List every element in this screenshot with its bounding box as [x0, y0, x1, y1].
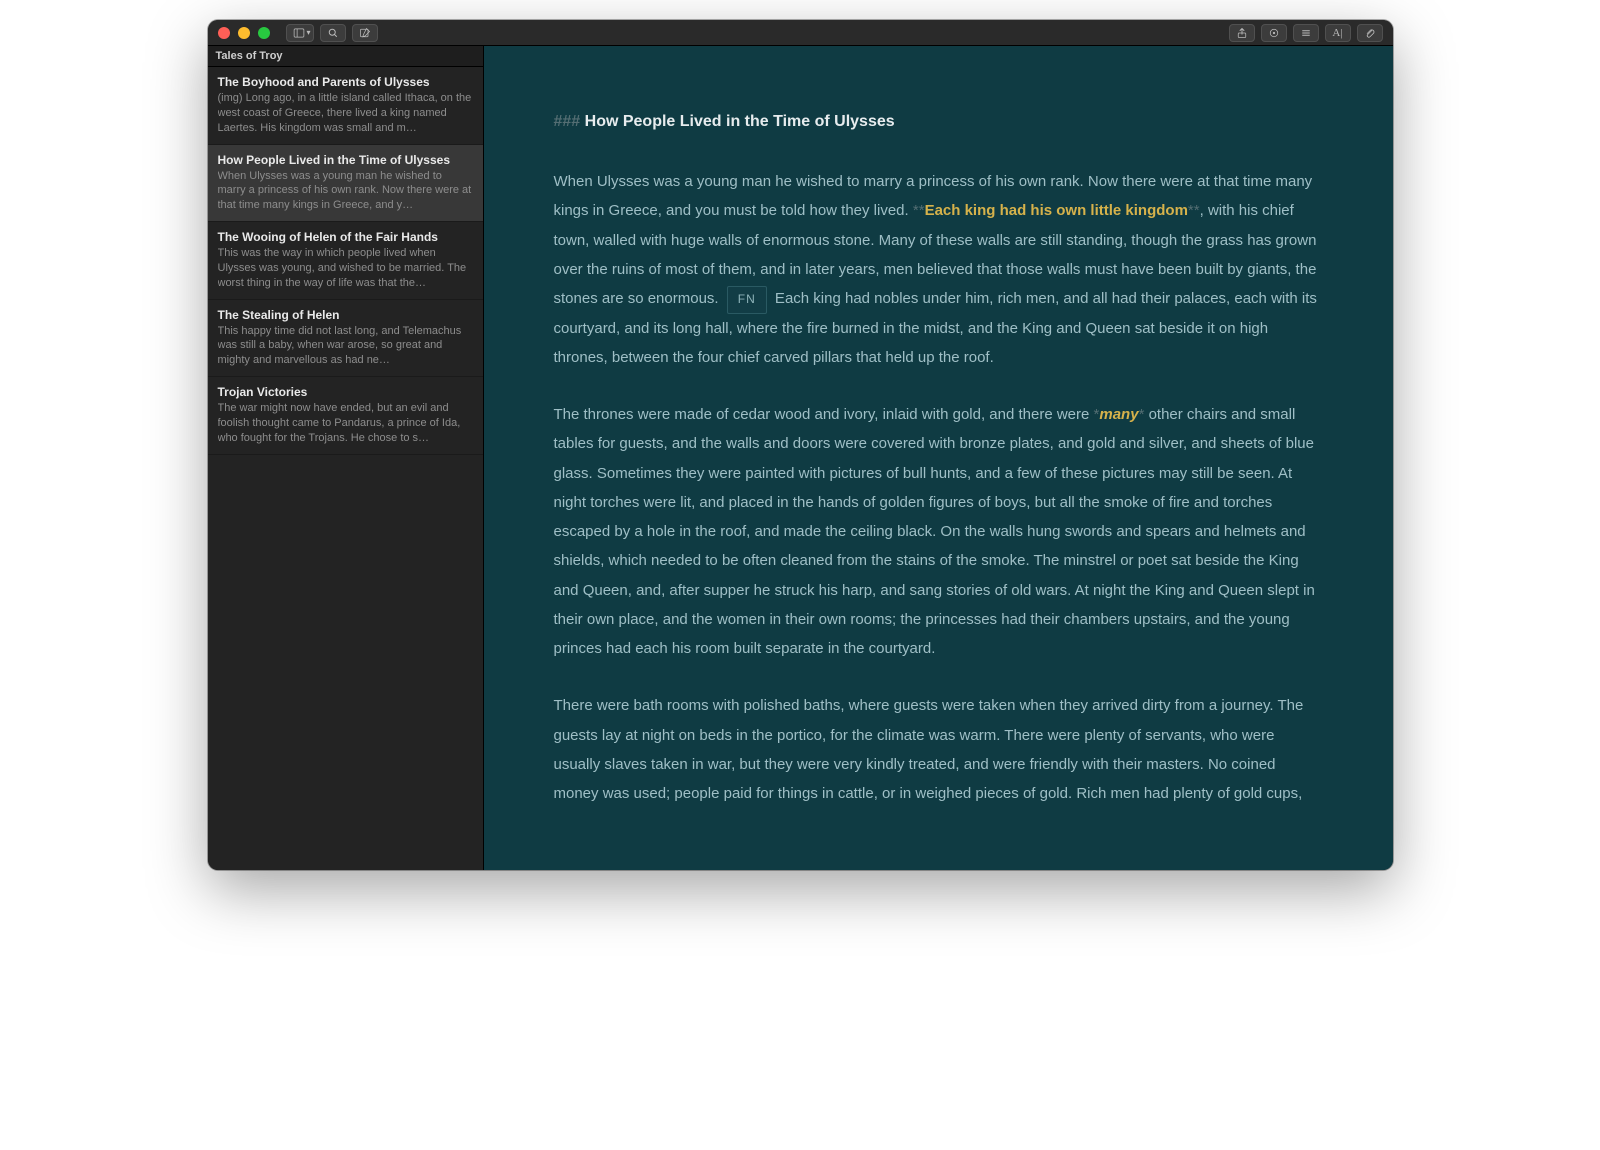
- list-icon: [1300, 27, 1312, 39]
- sidebar-toggle-button[interactable]: ▾: [286, 24, 314, 42]
- search-button[interactable]: [320, 24, 346, 42]
- sheet-list-item[interactable]: Trojan Victories The war might now have …: [208, 377, 483, 455]
- sheet-list-item[interactable]: The Stealing of Helen This happy time di…: [208, 300, 483, 378]
- body-text: other chairs and small tables for guests…: [554, 406, 1315, 657]
- em-text: many: [1099, 406, 1138, 423]
- editor[interactable]: ### How People Lived in the Time of Ulys…: [484, 46, 1393, 870]
- app-window: ▾ A|: [208, 20, 1393, 870]
- sheet-preview: (img) Long ago, in a little island calle…: [218, 91, 473, 136]
- text-style-icon: A|: [1332, 27, 1342, 39]
- window-zoom-button[interactable]: [258, 27, 270, 39]
- main-split: Tales of Troy The Boyhood and Parents of…: [208, 46, 1393, 870]
- sheet-list-item[interactable]: The Boyhood and Parents of Ulysses (img)…: [208, 67, 483, 145]
- navigator-button[interactable]: [1293, 24, 1319, 42]
- sidebar-group-title: Tales of Troy: [208, 46, 483, 67]
- sheet-title: Trojan Victories: [218, 385, 473, 399]
- sheet-preview: This happy time did not last long, and T…: [218, 324, 473, 369]
- attachment-icon: [1364, 27, 1376, 39]
- sidebar: Tales of Troy The Boyhood and Parents of…: [208, 46, 484, 870]
- sheet-title: The Boyhood and Parents of Ulysses: [218, 75, 473, 89]
- toolbar-left: ▾: [286, 24, 378, 42]
- paragraph: When Ulysses was a young man he wished t…: [554, 167, 1323, 372]
- titlebar: ▾ A|: [208, 20, 1393, 46]
- heading-text: How People Lived in the Time of Ulysses: [585, 113, 895, 130]
- search-icon: [327, 27, 339, 39]
- window-close-button[interactable]: [218, 27, 230, 39]
- toolbar-right: A|: [1229, 24, 1383, 42]
- body-text: There were bath rooms with polished bath…: [554, 697, 1304, 802]
- quick-export-button[interactable]: [1261, 24, 1287, 42]
- sheet-preview: When Ulysses was a young man he wished t…: [218, 169, 473, 214]
- paragraph: There were bath rooms with polished bath…: [554, 691, 1323, 808]
- sheet-preview: This was the way in which people lived w…: [218, 246, 473, 291]
- sheet-list-item[interactable]: The Wooing of Helen of the Fair Hands Th…: [208, 222, 483, 300]
- strong-close-marker: **: [1188, 202, 1200, 219]
- paragraph: The thrones were made of cedar wood and …: [554, 400, 1323, 663]
- sheet-preview: The war might now have ended, but an evi…: [218, 401, 473, 446]
- text-style-button[interactable]: A|: [1325, 24, 1351, 42]
- compose-icon: [359, 27, 371, 39]
- sheet-list[interactable]: The Boyhood and Parents of Ulysses (img)…: [208, 67, 483, 455]
- strong-text: Each king had his own little kingdom: [925, 202, 1188, 219]
- sheet-title: The Stealing of Helen: [218, 308, 473, 322]
- sheet-list-item[interactable]: How People Lived in the Time of Ulysses …: [208, 145, 483, 223]
- heading-marker: ###: [554, 113, 585, 130]
- sheet-title: The Wooing of Helen of the Fair Hands: [218, 230, 473, 244]
- traffic-lights: [218, 27, 270, 39]
- sidebar-toggle-icon: [293, 27, 305, 39]
- window-minimize-button[interactable]: [238, 27, 250, 39]
- preview-icon: [1268, 27, 1280, 39]
- compose-button[interactable]: [352, 24, 378, 42]
- document-heading: ### How People Lived in the Time of Ulys…: [554, 106, 1323, 137]
- strong-open-marker: **: [913, 202, 925, 219]
- sheet-title: How People Lived in the Time of Ulysses: [218, 153, 473, 167]
- body-text: The thrones were made of cedar wood and …: [554, 406, 1094, 423]
- chevron-down-icon: ▾: [307, 28, 311, 37]
- share-button[interactable]: [1229, 24, 1255, 42]
- share-icon: [1236, 27, 1248, 39]
- footnote-chip[interactable]: FN: [727, 286, 767, 313]
- attachments-button[interactable]: [1357, 24, 1383, 42]
